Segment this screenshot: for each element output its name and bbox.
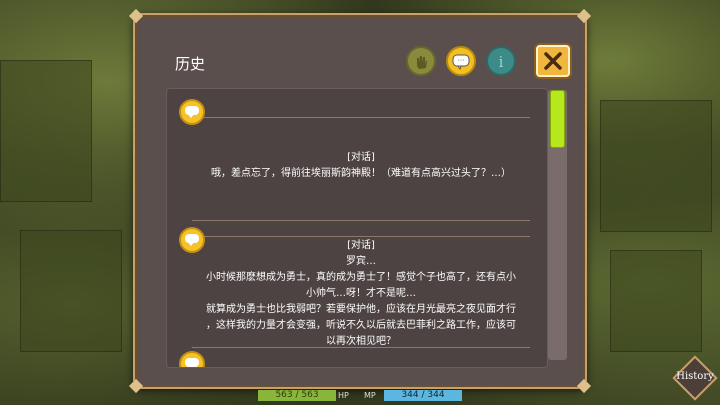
history-button-label: History (676, 371, 714, 382)
chat-bubble-icon (179, 99, 205, 125)
panel-corner (128, 378, 144, 394)
panel-corner (576, 378, 592, 394)
entry-text-line: 小时候那麽想成为勇士，真的成为勇士了！感觉个子也高了，还有点小 (206, 272, 516, 283)
background-block (600, 100, 712, 232)
hand-icon-graphic (417, 56, 427, 69)
background-block (0, 60, 92, 202)
entry-text-line: 小帅气…呀！才不是呢… (306, 288, 416, 299)
entry-text-line: 以再次相见吧？ (326, 336, 396, 347)
mp-bar: 344 / 344 (384, 390, 462, 401)
info-glyph: i (499, 53, 504, 71)
entry-text-line: 就算成为勇士也比我弱吧？若要保护他，应该在月光最亮之夜见面才行 (206, 304, 516, 315)
history-entry: [对话] 哦，差点忘了，得前往埃丽斯韵神殿！（难道有点高兴过头了？…） (192, 117, 530, 221)
panel-corner (576, 8, 592, 24)
hand-icon[interactable] (406, 46, 436, 76)
history-entry: [对话] 罗宾… 小时候那麽想成为勇士，真的成为勇士了！感觉个子也高了，还有点小… (192, 236, 530, 348)
background-block (20, 230, 122, 352)
chat-bubble-icon-graphic: ··· (452, 54, 470, 71)
history-button[interactable]: History (672, 355, 718, 401)
chat-bubble-icon (179, 227, 205, 253)
entry-text-line: ，这样我的力量才会变强，听说不久以后就去巴菲利之路工作，应该可 (206, 320, 516, 331)
entry-text-line: 罗宾… (346, 256, 376, 267)
history-list[interactable]: [对话] 哦，差点忘了，得前往埃丽斯韵神殿！（难道有点高兴过头了？…） [对话]… (166, 88, 548, 368)
chat-bubble-icon (179, 351, 205, 367)
chat-dots: ··· (458, 57, 465, 65)
mp-label: MP (364, 391, 376, 400)
info-icon-graphic: i (499, 53, 504, 71)
background-block (610, 250, 702, 352)
close-button[interactable] (536, 45, 570, 77)
chat-bubble-icon[interactable]: ··· (446, 46, 476, 76)
hp-label: HP (338, 391, 349, 400)
entry-text-line: 哦，差点忘了，得前往埃丽斯韵神殿！（难道有点高兴过头了？…） (211, 168, 511, 179)
panel-title: 历史 (175, 55, 206, 73)
close-icon (544, 52, 562, 70)
hp-bar: 563 / 563 (258, 390, 336, 401)
info-icon[interactable]: i (486, 46, 516, 76)
entry-type-label: [对话] (347, 152, 375, 163)
panel-corner (128, 8, 144, 24)
scrollbar-thumb[interactable] (550, 90, 565, 148)
entry-type-label: [对话] (347, 240, 375, 251)
